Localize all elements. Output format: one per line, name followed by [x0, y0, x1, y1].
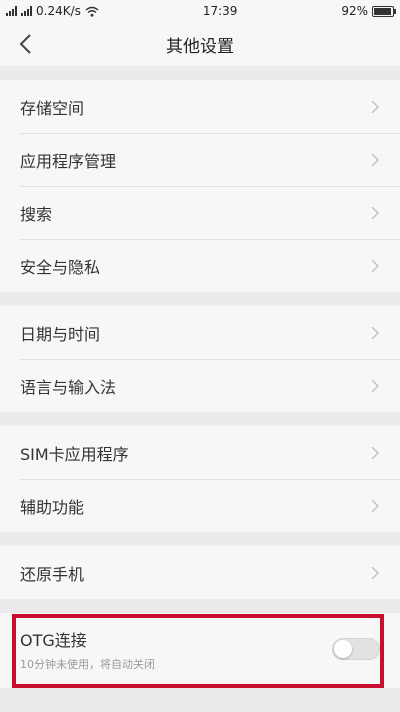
bottom-strip — [0, 688, 400, 712]
reset-phone-row[interactable]: 还原手机 — [0, 546, 400, 599]
group-divider — [0, 292, 400, 306]
storage-row[interactable]: 存储空间 — [0, 80, 400, 133]
page-title: 其他设置 — [166, 36, 234, 57]
chevron-right-icon — [371, 206, 379, 219]
back-arrow-icon[interactable] — [16, 32, 36, 56]
search-row[interactable]: 搜索 — [0, 186, 400, 239]
row-label: SIM卡应用程序 — [20, 444, 129, 464]
group-divider — [0, 412, 400, 426]
chevron-right-icon — [371, 100, 379, 113]
toggle-knob — [334, 640, 352, 658]
signal-icon — [6, 6, 17, 16]
chevron-right-icon — [371, 259, 379, 272]
group-divider — [0, 532, 400, 546]
nav-bar: 其他设置 — [0, 22, 400, 66]
sim-apps-row[interactable]: SIM卡应用程序 — [0, 426, 400, 479]
battery-icon — [372, 5, 396, 17]
battery-fill — [374, 7, 391, 15]
row-label: 还原手机 — [20, 564, 85, 584]
group-divider — [0, 66, 400, 80]
otg-toggle[interactable] — [332, 638, 380, 660]
chevron-right-icon — [371, 379, 379, 392]
row-label: 辅助功能 — [20, 497, 85, 517]
status-bar: 0.24K/s 17:39 92% — [0, 0, 400, 22]
chevron-right-icon — [371, 446, 379, 459]
date-time-row[interactable]: 日期与时间 — [0, 306, 400, 359]
status-time: 17:39 — [202, 4, 238, 18]
settings-group-1: 存储空间 应用程序管理 搜索 安全与隐私 — [0, 80, 400, 292]
otg-row: OTG连接 10分钟未使用，将自动关闭 — [0, 613, 400, 685]
chevron-right-icon — [371, 566, 379, 579]
row-label: 语言与输入法 — [20, 377, 117, 397]
row-label: 日期与时间 — [20, 324, 101, 344]
battery-percent: 92% — [341, 4, 368, 18]
status-right: 92% — [341, 4, 396, 18]
status-left: 0.24K/s — [6, 4, 99, 18]
otg-text: OTG连接 10分钟未使用，将自动关闭 — [20, 627, 155, 672]
security-privacy-row[interactable]: 安全与隐私 — [0, 239, 400, 292]
row-label: 存储空间 — [20, 98, 85, 118]
otg-description: 10分钟未使用，将自动关闭 — [20, 657, 155, 671]
chevron-right-icon — [371, 499, 379, 512]
settings-group-4: 还原手机 — [0, 546, 400, 599]
settings-group-3: SIM卡应用程序 辅助功能 — [0, 426, 400, 532]
chevron-right-icon — [371, 326, 379, 339]
chevron-right-icon — [371, 153, 379, 166]
settings-group-2: 日期与时间 语言与输入法 — [0, 306, 400, 412]
otg-label: OTG连接 — [20, 630, 87, 650]
signal-icon-2 — [21, 6, 32, 16]
app-management-row[interactable]: 应用程序管理 — [0, 133, 400, 186]
group-divider — [0, 599, 400, 613]
language-input-row[interactable]: 语言与输入法 — [0, 359, 400, 412]
row-label: 应用程序管理 — [20, 151, 117, 171]
accessibility-row[interactable]: 辅助功能 — [0, 479, 400, 532]
row-label: 搜索 — [20, 204, 53, 224]
row-label: 安全与隐私 — [20, 257, 101, 277]
network-speed: 0.24K/s — [36, 4, 81, 18]
wifi-icon — [85, 6, 99, 17]
